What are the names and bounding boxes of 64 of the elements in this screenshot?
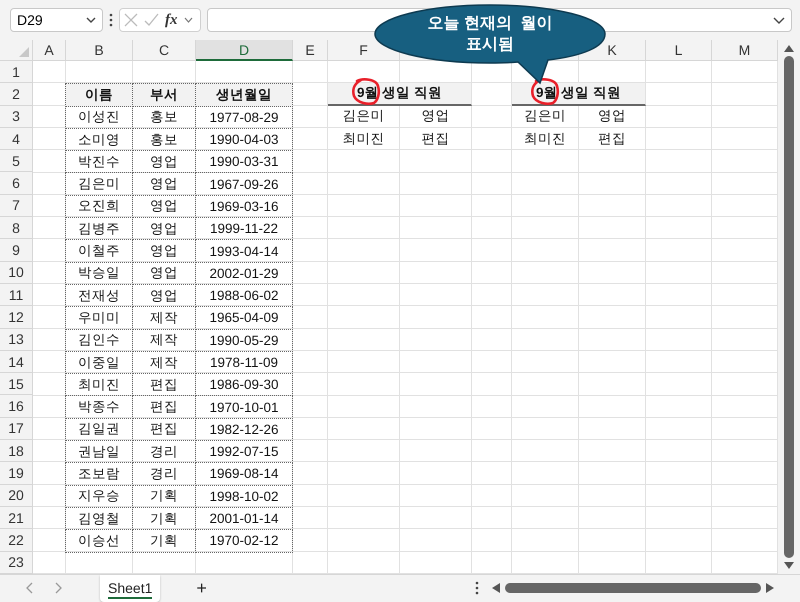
scroll-down-icon[interactable] [784, 562, 794, 570]
add-sheet-button[interactable]: + [192, 578, 211, 599]
row-header[interactable]: 9 [0, 239, 33, 262]
tooltip-text: 오늘 현재의 월이 [427, 14, 553, 34]
sheet-tab[interactable]: Sheet1 [100, 574, 160, 602]
scroll-left-icon[interactable] [492, 583, 500, 594]
column-header[interactable]: L [646, 40, 712, 61]
row-header[interactable]: 11 [0, 284, 33, 306]
chevron-down-icon[interactable] [184, 17, 192, 23]
row-header[interactable]: 4 [0, 128, 33, 150]
row-header[interactable]: 8 [0, 217, 33, 240]
row-header[interactable]: 5 [0, 150, 33, 172]
row-header[interactable]: 6 [0, 172, 33, 195]
row-header[interactable]: 7 [0, 194, 33, 218]
row-header[interactable]: 16 [0, 395, 33, 418]
table-cell: 영업 [579, 106, 646, 128]
row-header[interactable]: 3 [0, 106, 33, 128]
table-cell: 이승선 [65, 529, 133, 553]
scroll-up-icon[interactable] [784, 44, 794, 52]
check-icon[interactable] [144, 13, 159, 27]
row-header[interactable]: 23 [0, 552, 33, 574]
scrollbar-thumb[interactable] [784, 56, 794, 558]
table-cell: 김은미 [328, 106, 400, 128]
row-header[interactable]: 20 [0, 484, 33, 507]
row-header[interactable]: 15 [0, 373, 33, 396]
scrollbar-thumb[interactable] [505, 583, 761, 594]
name-box[interactable]: D29 [10, 8, 103, 32]
scroll-right-icon[interactable] [766, 583, 774, 594]
table-cell: 최미진 [328, 128, 400, 150]
row-header[interactable]: 19 [0, 462, 33, 485]
more-options-icon[interactable] [109, 13, 113, 27]
row-header[interactable]: 13 [0, 328, 33, 351]
table-cell: 영업 [400, 106, 472, 128]
chevron-down-icon[interactable] [773, 16, 785, 24]
column-header[interactable]: D [196, 40, 293, 61]
row-header[interactable]: 2 [0, 83, 33, 106]
column-header[interactable]: B [66, 40, 133, 61]
row-header[interactable]: 17 [0, 418, 33, 440]
column-header[interactable]: M [712, 40, 778, 61]
table-cell: 편집 [579, 128, 646, 150]
row-header[interactable]: 14 [0, 350, 33, 374]
table-cell: 김은미 [512, 106, 579, 128]
table-header-cell: 이름 [65, 83, 133, 107]
column-header[interactable]: A [33, 40, 66, 61]
row-header[interactable]: 10 [0, 262, 33, 284]
table-cell: 1970-02-12 [195, 529, 293, 553]
row-header[interactable]: 12 [0, 306, 33, 329]
row-header[interactable]: 21 [0, 506, 33, 530]
row-header[interactable]: 1 [0, 61, 33, 84]
insert-function-button[interactable]: fx [165, 12, 178, 28]
row-header[interactable]: 18 [0, 440, 33, 462]
tooltip-text: 표시됨 [466, 35, 514, 55]
table-cell: 편집 [400, 128, 472, 150]
more-options-icon[interactable] [475, 581, 479, 596]
row-header[interactable]: 22 [0, 529, 33, 552]
table-title: 9월 생일 직원 [356, 84, 442, 102]
triangle-icon [19, 47, 29, 57]
column-header[interactable]: C [133, 40, 196, 61]
table-title: 9월 생일 직원 [536, 84, 621, 102]
chevron-down-icon[interactable] [86, 17, 96, 23]
table-header-cell: 생년월일 [195, 83, 293, 107]
table-header-cell: 부서 [132, 83, 196, 107]
table-cell: 최미진 [512, 128, 579, 150]
column-header[interactable]: E [293, 40, 328, 61]
